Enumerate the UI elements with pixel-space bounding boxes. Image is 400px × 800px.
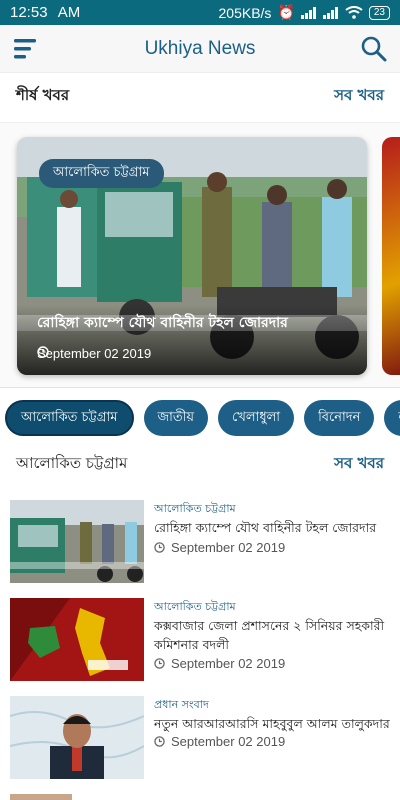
chip-category-1[interactable]: জাতীয়	[143, 400, 209, 436]
list-item-date: September 02 2019	[154, 540, 285, 555]
status-bar: 12:53 AM 205KB/s ⏰ 23	[0, 0, 400, 25]
app-title: Ukhiya News	[144, 37, 256, 59]
list-item-category[interactable]: আলোকিত চট্টগ্রাম	[154, 598, 236, 617]
search-icon[interactable]	[360, 35, 388, 63]
section-title: আলোকিত চট্টগ্রাম	[16, 453, 128, 472]
list-item-category[interactable]: প্রধান সংবাদ	[154, 696, 209, 715]
status-time: 12:53 AM	[10, 4, 80, 21]
list-item[interactable]: প্রধান সংবাদ নতুন আরআরআরসি মাহবুবুল আলম …	[0, 688, 400, 786]
featured-headline[interactable]: রোহিঙ্গা ক্যাম্পে যৌথ বাহিনীর টহল জোরদার	[37, 311, 288, 335]
featured-carousel[interactable]: আলোকিত চট্টগ্রাম রোহিঙ্গা ক্যাম্পে যৌথ ব…	[0, 122, 400, 388]
list-item[interactable]: আলোকিত চট্টগ্রাম রোহিঙ্গা ক্যাম্পে যৌথ ব…	[0, 492, 400, 590]
status-time-value: 12:53	[10, 4, 48, 21]
partial-list-item-thumbnail	[10, 794, 72, 800]
list-item-title[interactable]: কক্সবাজার জেলা প্রশাসনের ২ সিনিয়র সহকার…	[154, 616, 390, 654]
app-bar: Ukhiya News	[0, 25, 400, 73]
featured-news-card[interactable]: আলোকিত চট্টগ্রাম রোহিঙ্গা ক্যাম্পে যৌথ ব…	[17, 137, 367, 375]
list-item-date-text: September 02 2019	[171, 734, 286, 749]
news-list: আলোকিত চট্টগ্রাম রোহিঙ্গা ক্যাম্পে যৌথ ব…	[0, 492, 400, 786]
list-item-date-text: September 02 2019	[171, 540, 286, 555]
chip-category-2[interactable]: খেলাধুলা	[218, 400, 295, 436]
menu-icon[interactable]	[14, 37, 40, 61]
network-speed: 205KB/s	[218, 4, 272, 21]
chip-category-4[interactable]: ল	[384, 400, 400, 436]
list-item-date: September 02 2019	[154, 734, 285, 749]
status-time-ampm: AM	[57, 4, 81, 21]
chip-category-3[interactable]: বিনোদন	[304, 400, 375, 436]
signal-icon	[300, 6, 316, 19]
category-chips: আলোকিত চট্টগ্রাম জাতীয় খেলাধুলা বিনোদন …	[0, 400, 400, 440]
list-item[interactable]: আলোকিত চট্টগ্রাম কক্সবাজার জেলা প্রশাসনে…	[0, 590, 400, 688]
list-item-date-text: September 02 2019	[171, 656, 286, 671]
top-news-title: শীর্ষ খবর	[16, 85, 70, 104]
list-item-thumbnail	[10, 598, 144, 681]
alarm-icon: ⏰	[277, 4, 295, 20]
next-featured-card[interactable]	[382, 137, 400, 375]
list-item-title[interactable]: নতুন আরআরআরসি মাহবুবুল আলম তালুকদার	[154, 714, 390, 733]
list-item-thumbnail	[10, 500, 144, 583]
featured-category-badge[interactable]: আলোকিত চট্টগ্রাম	[39, 159, 164, 188]
top-news-see-all-link[interactable]: সব খবর	[334, 84, 384, 109]
list-item-title[interactable]: রোহিঙ্গা ক্যাম্পে যৌথ বাহিনীর টহল জোরদার	[154, 518, 390, 537]
signal-icon-2	[322, 6, 338, 19]
top-news-header: শীর্ষ খবর সব খবর	[0, 76, 400, 116]
clock-icon	[37, 346, 49, 358]
clock-icon	[154, 658, 165, 669]
section-see-all-link[interactable]: সব খবর	[334, 452, 384, 477]
list-item-thumbnail	[10, 696, 144, 779]
featured-date: September 02 2019	[37, 346, 151, 361]
list-item-category[interactable]: আলোকিত চট্টগ্রাম	[154, 500, 236, 519]
chip-category-0[interactable]: আলোকিত চট্টগ্রাম	[5, 400, 134, 436]
list-item-date: September 02 2019	[154, 656, 285, 671]
battery-indicator: 23	[368, 5, 390, 20]
wifi-icon	[345, 6, 363, 19]
section-header: আলোকিত চট্টগ্রাম সব খবর	[0, 444, 400, 484]
clock-icon	[154, 736, 165, 747]
status-indicators: 205KB/s ⏰ 23	[218, 4, 390, 21]
clock-icon	[154, 542, 165, 553]
featured-date-text: September 02 2019	[37, 346, 152, 361]
